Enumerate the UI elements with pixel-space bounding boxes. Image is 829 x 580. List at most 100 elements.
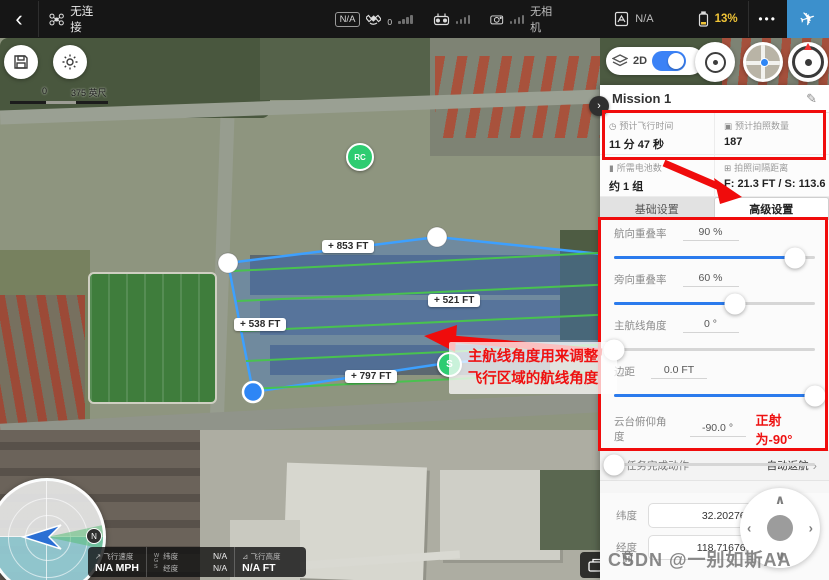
altitude-readout: ⊿ 飞行高度 N/A FT [234, 547, 287, 577]
map-scale-bar: 0 375 英尺 [10, 86, 150, 104]
minimap-button[interactable] [743, 42, 783, 82]
remote-controller-icon [433, 12, 450, 26]
annotation-route-note: 主航线角度用来调整 飞行区域的航线角度 [449, 342, 617, 394]
settings-button[interactable] [53, 45, 87, 79]
altitude-icon: ⊿ [242, 552, 248, 561]
lat-value: N/A [213, 551, 227, 562]
tab-advanced-settings[interactable]: 高级设置 [714, 197, 829, 220]
edge-distance-label: + 853 FT [322, 240, 374, 253]
rtk-status: N/A [635, 13, 653, 25]
route-angle-value[interactable]: 0 ° [683, 318, 739, 333]
panel-collapse-handle[interactable]: › [589, 96, 609, 116]
mission-stats: ◷预计飞行时间 11 分 47 秒 ▣预计拍照数量 187 ▮所需电池数 约 1… [600, 113, 829, 197]
slider-thumb[interactable] [604, 454, 625, 475]
takeoff-button[interactable]: ✈ [787, 0, 829, 38]
route-angle-slider[interactable] [614, 348, 815, 351]
margin-value[interactable]: 0.0 FT [651, 364, 707, 379]
slider-row-margin: 边距0.0 FT [600, 358, 829, 404]
ortho-annotation: 正射为-90° [756, 410, 816, 448]
mode-toggle[interactable] [652, 51, 686, 71]
course-overlap-value[interactable]: 90 % [683, 226, 739, 241]
battery-percent: 13% [715, 13, 738, 25]
advanced-settings: 航向重叠率90 % 旁向重叠率60 % 主航线角度0 ° 边距0.0 FT 云台… [600, 220, 829, 450]
margin-slider[interactable] [614, 394, 815, 397]
satellite-signal-bars [398, 14, 413, 24]
map-patch [250, 255, 580, 295]
rtk-board-icon [614, 11, 629, 27]
watermark: CSDN @一别如斯AA [608, 546, 792, 572]
more-menu-button[interactable]: ••• [748, 1, 787, 37]
dpad-up[interactable]: ∧ [775, 492, 786, 508]
speed-readout: ↗ 飞行速度 N/A MPH [88, 547, 146, 577]
edge-distance-label: + 538 FT [234, 318, 286, 331]
camera-icon [490, 13, 503, 26]
mission-panel: › Mission 1 ✎ ◷预计飞行时间 11 分 47 秒 ▣预计拍照数量 … [600, 85, 829, 580]
altitude-value: N/A FT [242, 562, 280, 574]
slider-row-route-angle: 主航线角度0 ° [600, 312, 829, 358]
course-overlap-slider[interactable] [614, 256, 815, 259]
mission-planner-app: + 853 FT + 521 FT + 538 FT + 797 FT RC S… [0, 0, 829, 580]
map-patch [0, 295, 85, 435]
map-patch [260, 300, 560, 335]
scale-zero: 0 [42, 86, 47, 99]
takeoff-plane-icon: ✈ [797, 6, 819, 33]
panel-header: Mission 1 ✎ [600, 85, 829, 113]
map-patch [260, 38, 440, 100]
status-bar: ‹ 无连接 N/A 0 [0, 0, 829, 38]
locate-button[interactable] [695, 42, 735, 82]
compass-icon [792, 46, 824, 78]
slider-row-side-overlap: 旁向重叠率60 % [600, 266, 829, 312]
gimbal-pitch-slider[interactable] [614, 463, 815, 466]
battery-pack-icon: ▮ [609, 163, 614, 173]
slider-row-course-overlap: 航向重叠率90 % [600, 220, 829, 266]
map-patch [560, 230, 600, 340]
layers-icon [612, 54, 628, 68]
speed-icon: ↗ [95, 552, 101, 561]
map-orientation-button[interactable] [788, 42, 828, 82]
telemetry-bar: ↗ 飞行速度 N/A MPH WGS 纬度N/A 经度N/A ⊿ 飞行高度 N/… [88, 547, 306, 577]
dpad-right[interactable]: › [809, 521, 813, 536]
map-patch [540, 470, 600, 550]
side-overlap-value[interactable]: 60 % [683, 272, 739, 287]
selected-vertex-handle [243, 382, 263, 402]
slider-thumb[interactable] [784, 247, 805, 268]
wgs-label: WGS [154, 549, 159, 575]
edge-distance-label: + 797 FT [345, 370, 397, 383]
mission-title: Mission 1 [612, 91, 806, 106]
gear-icon [61, 53, 79, 71]
aircraft-arrow-icon [21, 521, 65, 553]
drone-icon [49, 12, 64, 27]
stat-flight-time: ◷预计飞行时间 11 分 47 秒 [600, 113, 715, 155]
side-overlap-slider[interactable] [614, 302, 815, 305]
slider-thumb[interactable] [805, 385, 826, 406]
north-badge: N [86, 528, 102, 544]
mode-2d-label: 2D [633, 55, 647, 67]
lng-value: N/A [213, 563, 227, 574]
photo-icon: ▣ [724, 121, 732, 131]
rc-location-marker[interactable]: RC [346, 143, 374, 171]
edit-mission-icon[interactable]: ✎ [806, 91, 817, 107]
save-mission-button[interactable] [4, 45, 38, 79]
back-button[interactable]: ‹ [0, 1, 39, 37]
slider-thumb[interactable] [724, 293, 745, 314]
settings-tabs: 基础设置 高级设置 [600, 197, 829, 220]
scale-distance: 375 英尺 [71, 86, 107, 99]
clock-icon: ◷ [609, 121, 616, 131]
gimbal-pitch-value[interactable]: -90.0 ° [690, 422, 746, 437]
map-mode-pill[interactable]: 2D [606, 47, 704, 75]
save-icon [13, 54, 29, 70]
map-patch [88, 272, 217, 404]
vertex-handle [427, 227, 447, 247]
dpad-center[interactable] [767, 515, 793, 541]
edge-distance-label: + 521 FT [428, 294, 480, 307]
gps-readout: WGS 纬度N/A 经度N/A [146, 547, 234, 577]
aircraft-na-badge: N/A [335, 12, 361, 27]
rc-signal-bars [456, 14, 471, 24]
stat-photo-count: ▣预计拍照数量 187 [715, 113, 829, 155]
slider-row-gimbal-pitch: 云台俯仰角度-90.0 °正射为-90° [600, 404, 829, 450]
minimap-icon [746, 45, 780, 79]
dpad-left[interactable]: ‹ [747, 521, 751, 536]
camera-status: 无相机 [530, 3, 556, 35]
tab-basic-settings[interactable]: 基础设置 [600, 197, 714, 220]
camera-signal-bars [510, 14, 525, 24]
